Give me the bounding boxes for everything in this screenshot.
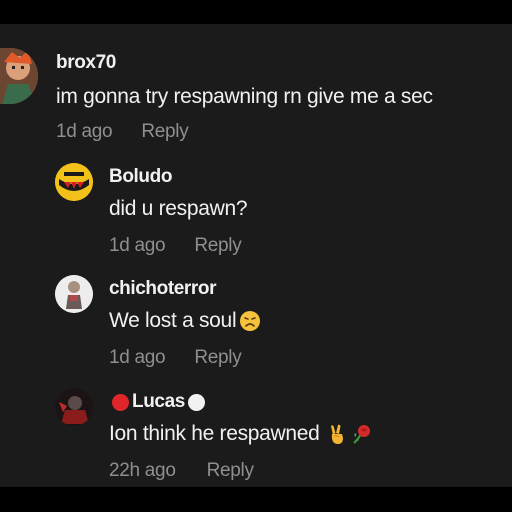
comment-timestamp: 1d ago bbox=[109, 235, 166, 256]
reply-button[interactable]: Reply bbox=[194, 235, 241, 257]
comment-username-text: Lucas bbox=[132, 391, 185, 412]
comment-meta: 1d ago Reply bbox=[109, 234, 242, 258]
comment-timestamp: 1d ago bbox=[56, 121, 113, 142]
figure-avatar-icon[interactable] bbox=[55, 275, 93, 313]
comment-username[interactable]: Boludo bbox=[109, 166, 172, 188]
comment-text: Ion think he respawned bbox=[109, 420, 372, 448]
comment-text: We lost a soul bbox=[109, 307, 261, 335]
reply-button[interactable]: Reply bbox=[207, 460, 254, 482]
screen: brox70 im gonna try respawning rn give m… bbox=[0, 0, 512, 512]
comment-text: im gonna try respawning rn give me a sec bbox=[56, 85, 433, 108]
comment-item: chichoterror We lost a soul 1d ago Reply bbox=[0, 270, 512, 382]
red-circle-icon bbox=[112, 393, 129, 411]
comment-meta: 1d ago Reply bbox=[109, 346, 242, 370]
comment-timestamp: 1d ago bbox=[109, 347, 166, 368]
dark-red-avatar-icon[interactable] bbox=[55, 388, 93, 426]
white-circle-icon bbox=[187, 393, 205, 411]
comment-text: did u respawn? bbox=[109, 197, 248, 220]
comment-meta: 1d ago Reply bbox=[56, 120, 189, 144]
comment-meta: 22h ago Reply bbox=[109, 459, 254, 483]
comment-username[interactable]: brox70 bbox=[56, 52, 116, 74]
comment-username[interactable]: chichoterror bbox=[109, 278, 217, 300]
victory-hand-emoji-icon bbox=[326, 423, 348, 445]
anime-character-avatar-icon[interactable] bbox=[0, 48, 38, 104]
comment-text-content: Ion think he respawned bbox=[109, 422, 320, 445]
comment-timestamp: 22h ago bbox=[109, 460, 176, 481]
comment-item: Lucas Ion think he respawned 22h ago Rep… bbox=[0, 383, 512, 487]
comment-text-content: We lost a soul bbox=[109, 309, 237, 332]
comments-panel: brox70 im gonna try respawning rn give m… bbox=[0, 24, 512, 487]
reply-button[interactable]: Reply bbox=[194, 347, 241, 369]
rose-emoji-icon bbox=[350, 423, 372, 445]
comment-item: Boludo did u respawn? 1d ago Reply bbox=[0, 158, 512, 270]
sad-face-emoji-icon bbox=[239, 310, 261, 332]
yellow-emoji-avatar-icon[interactable] bbox=[55, 163, 93, 201]
reply-button[interactable]: Reply bbox=[141, 121, 188, 143]
comment-item: brox70 im gonna try respawning rn give m… bbox=[0, 24, 512, 154]
comment-username[interactable]: Lucas bbox=[112, 391, 205, 413]
